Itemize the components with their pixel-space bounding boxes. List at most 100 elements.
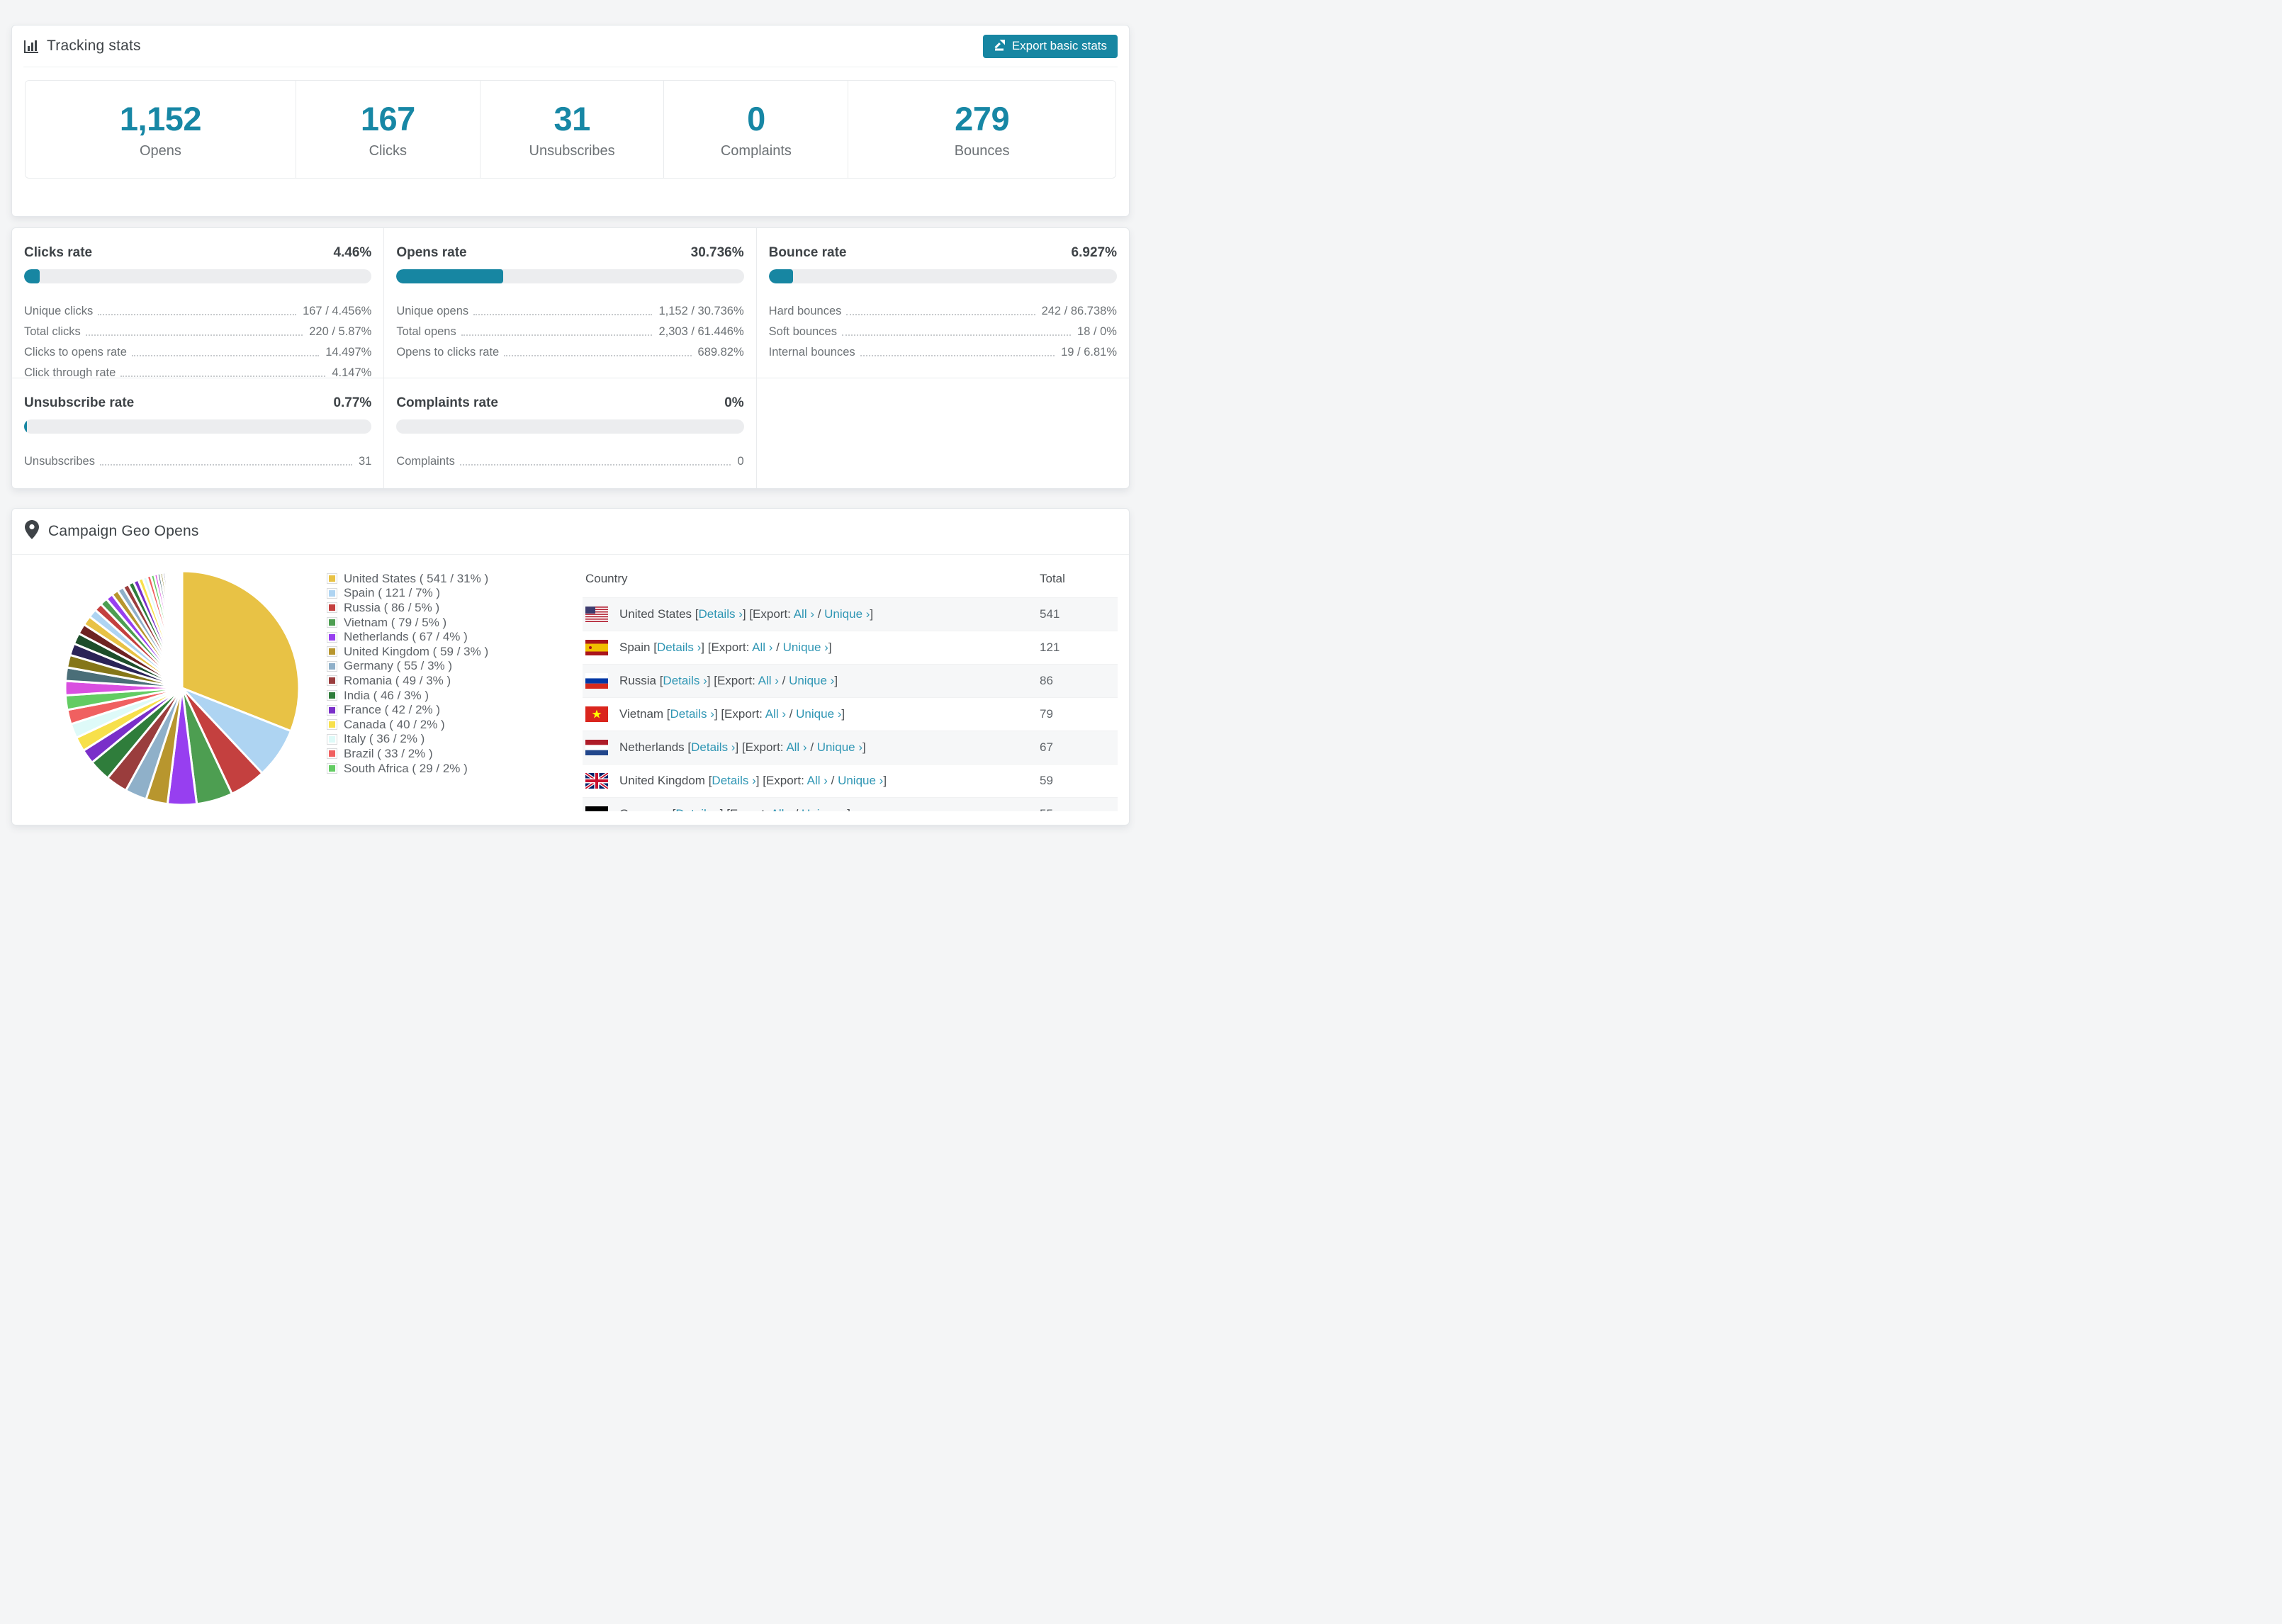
details-link[interactable]: Details › — [712, 774, 755, 787]
legend-label: Spain ( 121 / 7% ) — [344, 586, 441, 600]
country-links: Germany [Details ›] [Export: All › / Uni… — [619, 807, 850, 811]
rate-progress-bar — [768, 269, 1117, 283]
export-all-link[interactable]: All › — [794, 607, 814, 621]
legend-swatch — [327, 602, 337, 614]
rate-detail-rows: Unsubscribes 31 — [24, 449, 371, 469]
export-unique-link[interactable]: Unique › — [796, 707, 841, 721]
rate-value: 6.927% — [1071, 245, 1117, 260]
bracket: ] — [720, 807, 726, 811]
rate-detail-row: Opens to clicks rate 689.82% — [396, 339, 743, 360]
rate-detail-row: Click through rate 4.147% — [24, 360, 371, 380]
es-flag-icon — [585, 639, 608, 655]
rate-progress-bar — [396, 269, 744, 283]
map-pin-icon — [25, 519, 39, 543]
export-unique-link[interactable]: Unique › — [838, 774, 883, 787]
rate-progress-fill — [768, 269, 793, 283]
nl-flag-icon — [585, 739, 608, 755]
legend-label: United Kingdom ( 59 / 3% ) — [344, 644, 489, 658]
legend-label: South Africa ( 29 / 2% ) — [344, 761, 468, 775]
rate-value: 0.77% — [333, 395, 372, 410]
rate-value: 30.736% — [690, 245, 744, 260]
total-value: 59 — [1040, 773, 1053, 787]
export-prefix: [Export: — [714, 673, 758, 687]
legend-swatch — [327, 646, 337, 658]
rate-detail-value: 14.497% — [325, 346, 372, 359]
stat-value: 167 — [360, 100, 415, 137]
country-column-header: Country — [585, 571, 628, 585]
export-unique-link[interactable]: Unique › — [817, 740, 862, 754]
geo-opens-title: Campaign Geo Opens — [48, 523, 199, 539]
rate-detail-label: Soft bounces — [768, 325, 837, 338]
rate-detail-row: Hard bounces 242 / 86.738% — [769, 298, 1117, 319]
export-icon — [994, 38, 1006, 55]
legend-item-germany: Germany ( 55 / 3% ) — [327, 659, 508, 674]
separator: / — [814, 607, 825, 621]
dotted-leader — [131, 355, 320, 356]
rate-detail-label: Complaints — [396, 455, 455, 468]
geo-table-header-row: Country Total — [583, 562, 1118, 598]
stat-box-complaints: 0 Complaints — [664, 81, 849, 178]
details-link[interactable]: Details › — [657, 641, 701, 654]
export-prefix: [Export: — [763, 773, 807, 787]
details-link[interactable]: Details › — [675, 807, 719, 811]
rate-panel-clicks-rate: Clicks rate 4.46% Unique clicks 167 / 4.456… — [12, 228, 385, 380]
export-prefix: [Export: — [726, 807, 770, 811]
export-unique-link[interactable]: Unique › — [789, 674, 834, 687]
rate-detail-label: Unique clicks — [24, 305, 94, 317]
country-total: 55 — [1037, 797, 1118, 811]
page-title: Tracking stats — [47, 38, 141, 54]
export-all-link[interactable]: All › — [786, 740, 806, 754]
details-link[interactable]: Details › — [663, 674, 707, 687]
export-all-link[interactable]: All › — [752, 641, 772, 654]
legend-swatch — [327, 631, 337, 643]
legend-swatch — [327, 617, 337, 628]
campaign-geo-opens-card: Campaign Geo Opens United States ( 541 /… — [11, 507, 1130, 825]
rate-progress-fill — [24, 419, 27, 434]
legend-item-india: India ( 46 / 3% ) — [327, 688, 508, 703]
rate-progress-bar — [24, 269, 372, 283]
country-links: Russia [Details ›] [Export: All › / Uniq… — [619, 674, 838, 688]
details-link[interactable]: Details › — [691, 740, 735, 754]
legend-label: Netherlands ( 67 / 4% ) — [344, 630, 468, 644]
details-link[interactable]: Details › — [699, 607, 743, 621]
export-unique-link[interactable]: Unique › — [802, 807, 847, 811]
de-flag-icon — [585, 806, 608, 811]
country-cell-content: Vietnam [Details ›] [Export: All › / Uni… — [585, 706, 1037, 722]
rate-progress-fill — [24, 269, 40, 283]
ru-flag-icon — [585, 672, 608, 689]
dotted-leader — [473, 314, 653, 315]
export-all-link[interactable]: All › — [758, 674, 779, 687]
export-unique-link[interactable]: Unique › — [783, 641, 828, 654]
bracket: ] — [870, 607, 874, 621]
rate-title: Unsubscribe rate — [24, 395, 135, 410]
bracket: ] — [883, 773, 887, 787]
rate-detail-row: Soft bounces 18 / 0% — [769, 319, 1117, 339]
legend-item-spain: Spain ( 121 / 7% ) — [327, 586, 508, 601]
legend-item-united-states: United States ( 541 / 31% ) — [327, 572, 508, 587]
stat-label: Bounces — [954, 143, 1010, 159]
details-link[interactable]: Details › — [670, 707, 714, 721]
geo-table-row-us: United States [Details ›] [Export: All ›… — [583, 597, 1118, 631]
export-all-link[interactable]: All › — [765, 707, 786, 721]
bracket: ] — [755, 773, 763, 787]
dotted-leader — [120, 376, 326, 377]
country-total: 79 — [1037, 697, 1118, 731]
legend-label: Germany ( 55 / 3% ) — [344, 659, 453, 673]
rate-progress-bar — [24, 419, 372, 434]
legend-item-vietnam: Vietnam ( 79 / 5% ) — [327, 615, 508, 630]
export-all-link[interactable]: All › — [807, 774, 828, 787]
geo-table-row-de: Germany [Details ›] [Export: All › / Uni… — [583, 797, 1118, 811]
us-flag-icon — [585, 606, 608, 622]
export-prefix: [Export: — [707, 640, 753, 654]
country-name: Vietnam — [619, 706, 667, 721]
rate-progress-bar — [396, 419, 744, 434]
country-links: United Kingdom [Details ›] [Export: All … — [619, 774, 887, 788]
rate-detail-value: 18 / 0% — [1077, 325, 1117, 338]
dotted-leader — [860, 355, 1055, 356]
export-basic-stats-button[interactable]: Export basic stats — [982, 34, 1118, 58]
bracket: ] — [841, 706, 845, 721]
export-unique-link[interactable]: Unique › — [824, 607, 870, 621]
export-all-link[interactable]: All › — [771, 807, 792, 811]
rate-detail-label: Unique opens — [396, 305, 469, 317]
geo-table-row-gb: United Kingdom [Details ›] [Export: All … — [583, 764, 1118, 797]
